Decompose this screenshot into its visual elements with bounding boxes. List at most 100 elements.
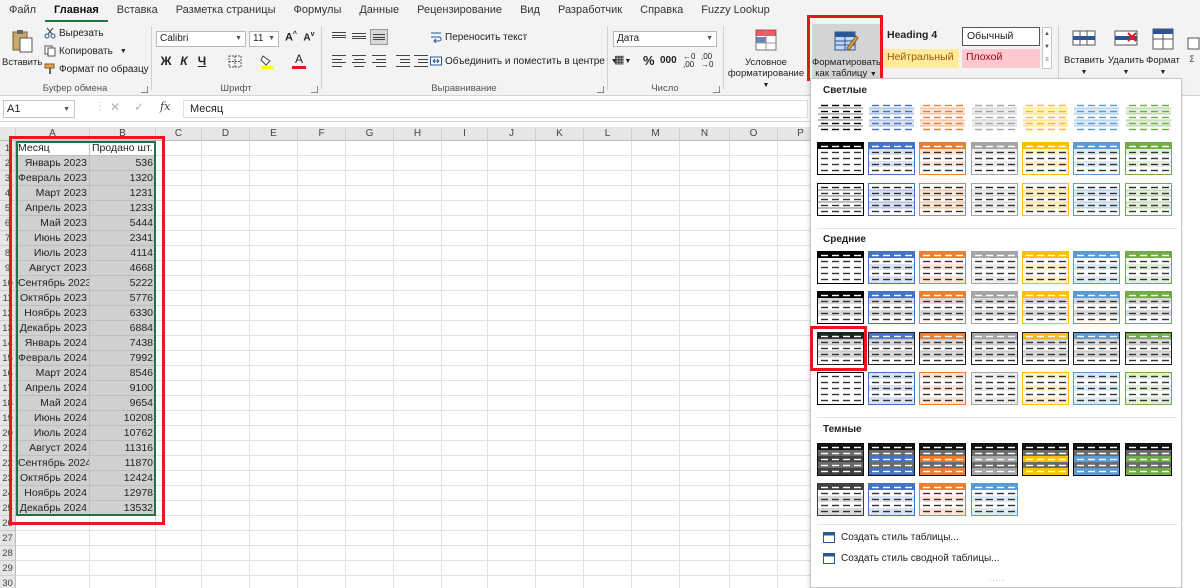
grid-cell[interactable] (346, 576, 394, 588)
grid-cell[interactable] (584, 381, 632, 396)
grid-cell[interactable] (536, 576, 584, 588)
grid-cell[interactable] (394, 576, 442, 588)
grid-cell[interactable] (680, 246, 730, 261)
grid-cell[interactable] (632, 531, 680, 546)
grid-cell[interactable] (488, 396, 536, 411)
table-style-medium-3-0[interactable] (817, 372, 864, 405)
grid-cell[interactable] (394, 381, 442, 396)
grid-cell[interactable] (346, 456, 394, 471)
grid-cell[interactable] (584, 441, 632, 456)
grid-cell[interactable] (536, 231, 584, 246)
grid-cell[interactable] (680, 216, 730, 231)
row-header[interactable]: 26 (0, 516, 16, 531)
grid-cell[interactable] (202, 546, 250, 561)
row-header[interactable]: 17 (0, 381, 16, 396)
grid-cell[interactable] (156, 261, 202, 276)
grid-cell[interactable] (778, 381, 810, 396)
column-header[interactable]: L (584, 127, 632, 141)
grid-cell[interactable] (156, 516, 202, 531)
grid-cell[interactable] (584, 531, 632, 546)
grid-cell[interactable] (488, 321, 536, 336)
cut-button[interactable]: Вырезать (44, 27, 103, 39)
grid-cell[interactable] (156, 381, 202, 396)
grid-cell[interactable] (394, 531, 442, 546)
table-style-medium-0-2[interactable] (919, 251, 966, 284)
grid-cell[interactable] (584, 501, 632, 516)
decrease-font-icon[interactable]: Av (301, 31, 317, 43)
table-style-medium-1-3[interactable] (971, 291, 1018, 324)
grid-cell[interactable] (250, 321, 298, 336)
grid-cell[interactable] (298, 561, 346, 576)
row-header[interactable]: 12 (0, 306, 16, 321)
grid-cell[interactable] (202, 321, 250, 336)
grid-cell[interactable] (536, 456, 584, 471)
column-header[interactable]: O (730, 127, 778, 141)
grid-cell[interactable] (250, 306, 298, 321)
grid-cell[interactable] (202, 261, 250, 276)
grid-cell[interactable] (778, 186, 810, 201)
grid-cell[interactable] (584, 426, 632, 441)
align-left-icon[interactable] (332, 55, 346, 67)
grid-cell[interactable] (202, 156, 250, 171)
row-header[interactable]: 24 (0, 486, 16, 501)
grid-cell[interactable] (488, 366, 536, 381)
bold-button[interactable]: Ж (158, 54, 174, 68)
grid-cell[interactable] (778, 531, 810, 546)
grid-cell[interactable] (536, 366, 584, 381)
increase-font-icon[interactable]: A^ (283, 31, 299, 44)
grid-cell[interactable] (250, 486, 298, 501)
row-header[interactable]: 2 (0, 156, 16, 171)
grid-cell[interactable] (250, 231, 298, 246)
grid-cell[interactable] (250, 261, 298, 276)
grid-cell[interactable] (778, 171, 810, 186)
grid-cell[interactable] (680, 321, 730, 336)
grid-cell[interactable] (394, 291, 442, 306)
grid-cell[interactable] (298, 516, 346, 531)
grid-cell[interactable] (442, 351, 488, 366)
grid-cell[interactable] (394, 471, 442, 486)
grid-cell[interactable] (346, 411, 394, 426)
grid-cell[interactable] (488, 336, 536, 351)
grid-cell[interactable] (250, 471, 298, 486)
grid-cell[interactable] (680, 426, 730, 441)
grid-cell[interactable] (680, 561, 730, 576)
grid-cell[interactable] (442, 276, 488, 291)
grid-cell[interactable] (584, 411, 632, 426)
increase-decimal-icon[interactable]: ←0,00 (683, 53, 695, 69)
grid-cell[interactable] (632, 336, 680, 351)
grid-cell[interactable] (250, 246, 298, 261)
grid-cell[interactable] (730, 186, 778, 201)
grid-cell[interactable] (394, 276, 442, 291)
grid-cell[interactable] (156, 546, 202, 561)
decrease-indent-icon[interactable] (396, 55, 410, 67)
grid-cell[interactable] (730, 261, 778, 276)
grid-cell[interactable] (778, 216, 810, 231)
grid-cell[interactable] (730, 426, 778, 441)
grid-cell[interactable] (584, 186, 632, 201)
column-header[interactable]: H (394, 127, 442, 141)
grid-cell[interactable] (536, 561, 584, 576)
tab-7[interactable]: Вид (511, 0, 549, 22)
new-pivot-style-link[interactable]: Создать стиль сводной таблицы... (823, 553, 1000, 564)
table-style-medium-3-6[interactable] (1125, 372, 1172, 405)
grid-cell[interactable] (632, 441, 680, 456)
column-header[interactable]: I (442, 127, 488, 141)
grid-cell[interactable] (298, 486, 346, 501)
grid-cell[interactable] (250, 141, 298, 156)
grid-cell[interactable] (680, 141, 730, 156)
grid-cell[interactable] (536, 291, 584, 306)
table-style-dark-0-1[interactable] (868, 443, 915, 476)
row-header[interactable]: 6 (0, 216, 16, 231)
grid-cell[interactable] (250, 531, 298, 546)
grid-cell[interactable] (156, 306, 202, 321)
grid-cell[interactable] (730, 366, 778, 381)
grid-cell[interactable] (250, 456, 298, 471)
grid-cell[interactable] (680, 396, 730, 411)
grid-cell[interactable] (632, 516, 680, 531)
dialog-launcher-icon[interactable] (713, 86, 720, 93)
row-header[interactable]: 13 (0, 321, 16, 336)
grid-cell[interactable] (488, 516, 536, 531)
style-normal[interactable]: Обычный (962, 27, 1040, 46)
grid-cell[interactable] (536, 186, 584, 201)
conditional-formatting-button[interactable]: Условное форматирование ▼ (727, 28, 805, 91)
